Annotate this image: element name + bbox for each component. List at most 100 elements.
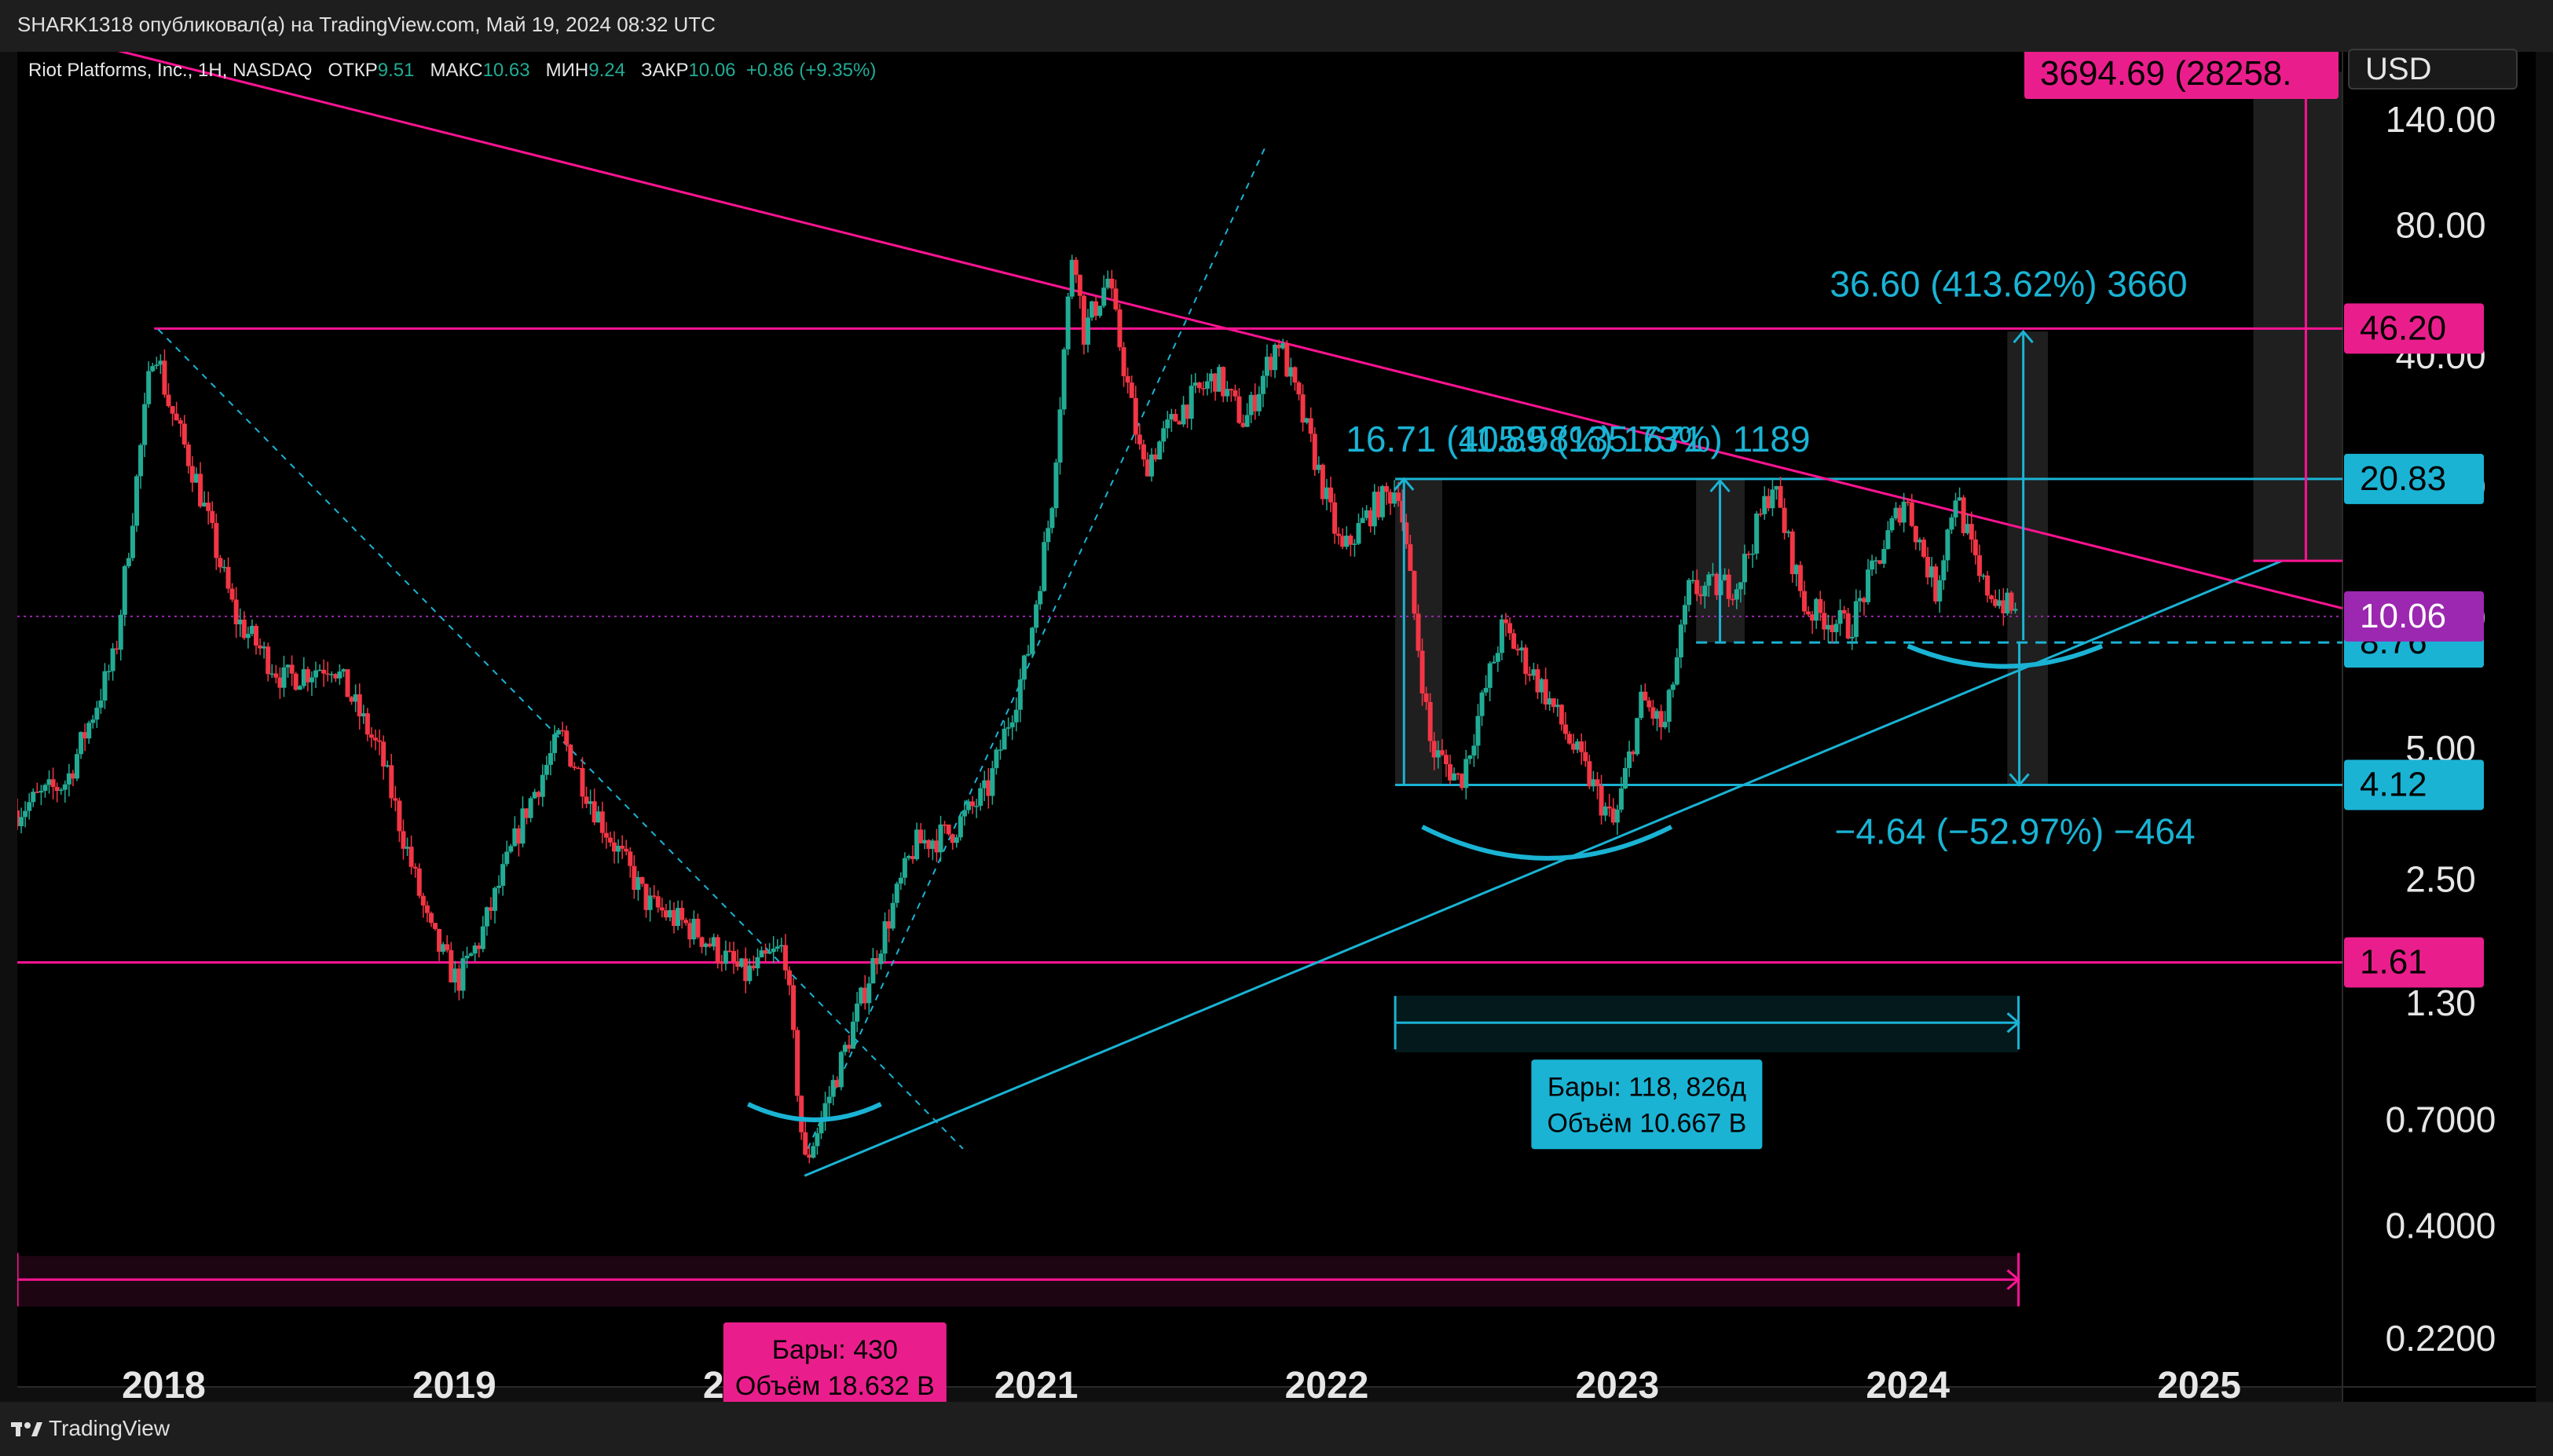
symbol-legend: Riot Platforms, Inc., 1H, NASDAQ ОТКР9.5…: [28, 60, 876, 82]
measure-label: −4.64 (−52.97%) −464: [1834, 810, 2195, 851]
candle-body: [210, 510, 215, 523]
candle-body: [620, 845, 625, 849]
candle-body: [1503, 619, 1508, 624]
candle-body: [1734, 589, 1739, 600]
candle-body: [1021, 655, 1027, 680]
candle-body: [122, 565, 127, 615]
legend-high-label: МАКС: [430, 60, 483, 81]
candle-body: [1046, 528, 1051, 543]
candle-body: [408, 847, 414, 867]
candle-body: [214, 522, 219, 558]
candle-body: [1742, 554, 1747, 583]
candle-body: [715, 937, 720, 963]
candle-body: [1408, 543, 1413, 572]
candle-body: [289, 664, 295, 674]
candle-body: [1113, 288, 1119, 310]
legend-open: 9.51: [377, 60, 415, 81]
price-chart[interactable]: 140.0080.0040.0020.0010.005.002.501.300.…: [17, 52, 2536, 1402]
candle-body: [1109, 278, 1115, 289]
candle-body: [1204, 381, 1210, 389]
candle-body: [811, 1146, 816, 1158]
candle-body: [1034, 604, 1039, 628]
candle-body: [198, 474, 203, 507]
candle-body: [799, 1096, 804, 1132]
candle-body: [1969, 524, 1974, 540]
candle-body: [1738, 582, 1743, 590]
candle-body: [822, 1103, 828, 1118]
candle-body: [1945, 529, 1950, 561]
candle-body: [580, 767, 585, 797]
candle-body: [38, 791, 44, 793]
currency-button[interactable]: USD: [2348, 49, 2518, 90]
candle-body: [624, 848, 629, 852]
candle-body: [1754, 513, 1760, 554]
candle-body: [1292, 367, 1298, 383]
candle-body: [1778, 486, 1783, 508]
candle-body: [1479, 692, 1485, 716]
tradingview-brand[interactable]: TradingView: [11, 1416, 170, 1441]
candle-body: [1523, 647, 1529, 675]
candle-body: [126, 558, 131, 566]
candle-body: [1260, 375, 1266, 394]
price-axis-label-text: 10.06: [2360, 597, 2446, 635]
y-tick-label: 0.4000: [2386, 1205, 2496, 1246]
candle-body: [42, 785, 48, 792]
candle-body: [1491, 661, 1496, 664]
candle-body: [146, 371, 152, 404]
candle-body: [572, 766, 577, 768]
candle-body: [1042, 542, 1047, 591]
candle-body: [110, 648, 115, 671]
candle-body: [1097, 305, 1103, 316]
candle-body: [607, 837, 613, 843]
x-tick-label: 2022: [1285, 1365, 1369, 1402]
candle-body: [1985, 575, 1991, 596]
candle-body: [1101, 287, 1107, 306]
candle-body: [90, 719, 96, 723]
candle-body: [106, 671, 112, 672]
candle-body: [1423, 693, 1429, 702]
candle-body: [428, 913, 434, 924]
candle-body: [1885, 530, 1891, 550]
candle-body: [357, 694, 362, 717]
candle-body: [377, 740, 383, 742]
candle-body: [416, 868, 422, 896]
candle-body: [731, 951, 737, 962]
candle-body: [961, 810, 967, 817]
candle-body: [266, 646, 271, 675]
candle-body: [1308, 418, 1313, 434]
chart-panel[interactable]: 140.0080.0040.0020.0010.005.002.501.300.…: [17, 49, 2536, 1402]
candle-body: [1841, 609, 1847, 614]
candle-body: [1674, 657, 1679, 685]
range-info-text: Бары: 430: [772, 1335, 898, 1365]
candle-body: [771, 948, 776, 953]
candle-body: [1141, 444, 1146, 460]
candle-body: [1694, 580, 1700, 594]
candle-body: [978, 788, 983, 807]
candle-body: [855, 1003, 860, 1022]
candle-body: [775, 946, 780, 949]
range-info-text: Объём 10.667 B: [1547, 1108, 1746, 1138]
y-tick-label: 140.00: [2386, 99, 2496, 140]
candle-body: [1921, 540, 1926, 558]
price-axis-label-text: 4.12: [2360, 766, 2427, 804]
candle-body: [647, 895, 653, 910]
candle-body: [1236, 396, 1242, 423]
candle-body: [1889, 518, 1895, 531]
candle-body: [254, 625, 259, 646]
candle-body: [1976, 555, 1982, 576]
candle-body: [1595, 779, 1600, 786]
candle-body: [544, 764, 549, 775]
candle-body: [1782, 507, 1787, 533]
candle-body: [178, 420, 183, 424]
candle-body: [1009, 722, 1015, 728]
candle-body: [464, 956, 470, 959]
candle-body: [1511, 633, 1517, 649]
price-axis-label-text: 20.83: [2360, 459, 2446, 498]
candle-body: [866, 983, 872, 1004]
candle-body: [1706, 574, 1712, 586]
candle-body: [628, 851, 633, 866]
candle-body: [102, 671, 108, 701]
candle-body: [1443, 755, 1449, 765]
candle-body: [994, 749, 999, 769]
candle-body: [1165, 419, 1170, 429]
